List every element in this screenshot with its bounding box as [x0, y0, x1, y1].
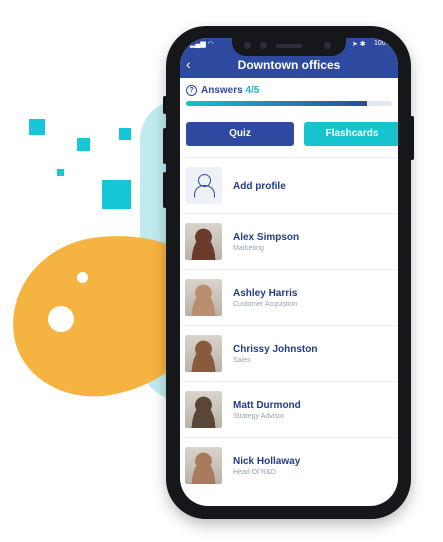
page-title: Downtown offices [237, 58, 341, 72]
person-role: Sales [233, 357, 251, 364]
person-role: Customer Acquistion [233, 301, 298, 308]
app-screen: ▂▄▆ ◠ ➤ ✱ 100% ‹ Downtown offices ? Answe… [180, 38, 398, 506]
person-name: Alex Simpson [233, 232, 300, 243]
person-name: Nick Hollaway [233, 456, 301, 467]
camera-icon [244, 42, 251, 49]
decorative-circle [48, 306, 74, 332]
list-item[interactable]: Alex Simpson Marketing [180, 213, 398, 270]
add-profile-label: Add profile [233, 181, 286, 192]
avatar-photo [185, 447, 222, 484]
list-item[interactable]: Chrissy Johnston Sales [180, 325, 398, 382]
progress-fill [186, 101, 368, 106]
answers-indicator: ? Answers 4/5 [186, 85, 259, 96]
person-role: Strategy Advisor [233, 413, 284, 420]
add-user-icon-body [194, 185, 215, 198]
list-item[interactable]: Matt Durmond Strategy Advisor [180, 381, 398, 438]
person-role: Head Of R&D [233, 469, 276, 476]
decorative-square [102, 180, 131, 209]
answers-count: 4/5 [245, 85, 260, 96]
decorative-square [77, 138, 90, 151]
bluetooth-icon: ➤ ✱ [352, 41, 366, 48]
person-role: Marketing [233, 245, 264, 252]
list-item[interactable]: Ashley Harris Customer Acquistion [180, 269, 398, 326]
decorative-circle [77, 272, 88, 283]
person-name: Chrissy Johnston [233, 344, 318, 355]
avatar [185, 391, 222, 428]
avatar [185, 223, 222, 260]
add-profile-row[interactable]: Add profile [180, 157, 398, 214]
speaker-grille [276, 44, 302, 48]
tab-quiz[interactable]: Quiz [186, 122, 294, 146]
person-name: Matt Durmond [233, 400, 301, 411]
avatar-photo [185, 223, 222, 260]
answers-label: Answers [201, 85, 243, 96]
person-name: Ashley Harris [233, 288, 298, 299]
avatar-photo [185, 391, 222, 428]
front-camera-icon [324, 42, 331, 49]
avatar [185, 335, 222, 372]
avatar [185, 279, 222, 316]
signal-icon: ▂▄▆ ◠ [190, 41, 214, 48]
phone-notch [232, 36, 346, 56]
decorative-square [57, 169, 64, 176]
add-user-icon [185, 167, 222, 204]
battery-text: 100% [374, 40, 392, 47]
list-item[interactable]: Nick Hollaway Head Of R&D [180, 437, 398, 494]
answers-progress-bar [186, 101, 392, 106]
decorative-square [119, 128, 131, 140]
decorative-square [29, 119, 45, 135]
sensor-icon [260, 42, 267, 49]
avatar-photo [185, 335, 222, 372]
question-icon: ? [186, 85, 197, 96]
avatar [185, 447, 222, 484]
tab-flashcards[interactable]: Flashcards [304, 122, 398, 146]
avatar-photo [185, 279, 222, 316]
